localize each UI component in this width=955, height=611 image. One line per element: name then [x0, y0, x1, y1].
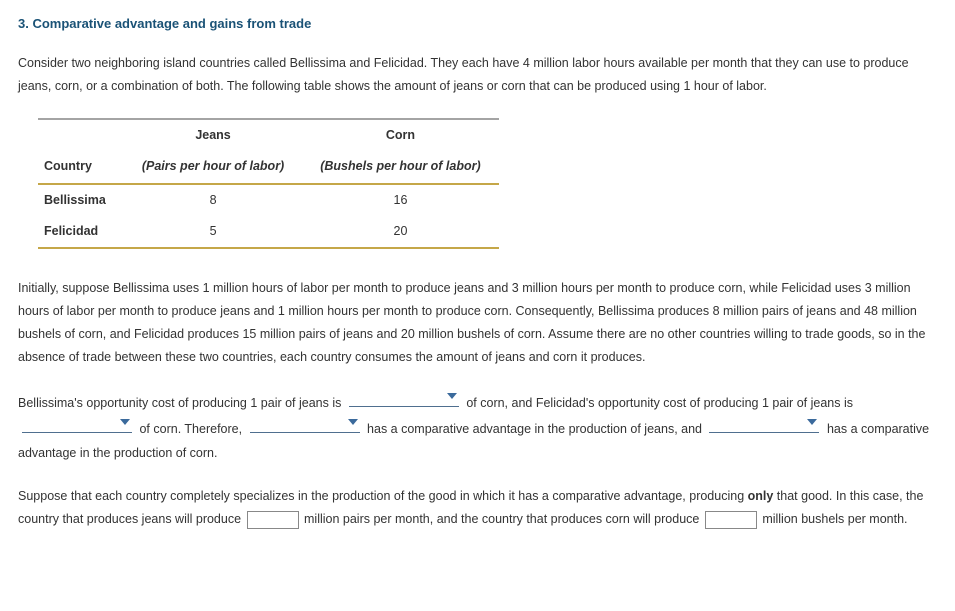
table-row: Bellissima 8 16	[38, 184, 499, 216]
row-corn: 20	[302, 216, 498, 248]
question-heading: 3. Comparative advantage and gains from …	[18, 12, 937, 36]
dropdown-advantage-corn[interactable]	[709, 415, 819, 433]
dropdown-oc-felicidad[interactable]	[22, 415, 132, 433]
text-segment: Bellissima's opportunity cost of produci…	[18, 396, 345, 410]
text-segment: million bushels per month.	[762, 512, 907, 526]
chevron-down-icon	[447, 393, 457, 399]
col-header-country: Country	[38, 151, 124, 183]
specialization-paragraph: Suppose that each country completely spe…	[18, 485, 937, 531]
row-corn: 16	[302, 184, 498, 216]
row-country: Bellissima	[38, 184, 124, 216]
col-header-corn: Corn	[302, 119, 498, 151]
chevron-down-icon	[348, 419, 358, 425]
dropdown-oc-bellissima[interactable]	[349, 389, 459, 407]
row-jeans: 8	[124, 184, 302, 216]
intro-paragraph: Consider two neighboring island countrie…	[18, 52, 937, 98]
table-row: Felicidad 5 20	[38, 216, 499, 248]
text-segment: Suppose that each country completely spe…	[18, 489, 748, 503]
row-jeans: 5	[124, 216, 302, 248]
sub-header-corn: (Bushels per hour of labor)	[302, 151, 498, 183]
text-segment: of corn, and Felicidad's opportunity cos…	[466, 396, 853, 410]
input-corn-output[interactable]	[705, 511, 757, 529]
row-country: Felicidad	[38, 216, 124, 248]
text-segment: has a comparative advantage in the produ…	[367, 422, 705, 436]
production-table: Jeans Corn Country (Pairs per hour of la…	[38, 118, 937, 249]
col-header-jeans: Jeans	[124, 119, 302, 151]
opportunity-cost-paragraph: Bellissima's opportunity cost of produci…	[18, 389, 937, 464]
chevron-down-icon	[120, 419, 130, 425]
text-segment: million pairs per month, and the country…	[304, 512, 703, 526]
emphasis-only: only	[748, 489, 774, 503]
text-segment: of corn. Therefore,	[139, 422, 245, 436]
input-jeans-output[interactable]	[247, 511, 299, 529]
dropdown-advantage-jeans[interactable]	[250, 415, 360, 433]
sub-header-jeans: (Pairs per hour of labor)	[124, 151, 302, 183]
scenario-paragraph: Initially, suppose Bellissima uses 1 mil…	[18, 277, 937, 370]
chevron-down-icon	[807, 419, 817, 425]
